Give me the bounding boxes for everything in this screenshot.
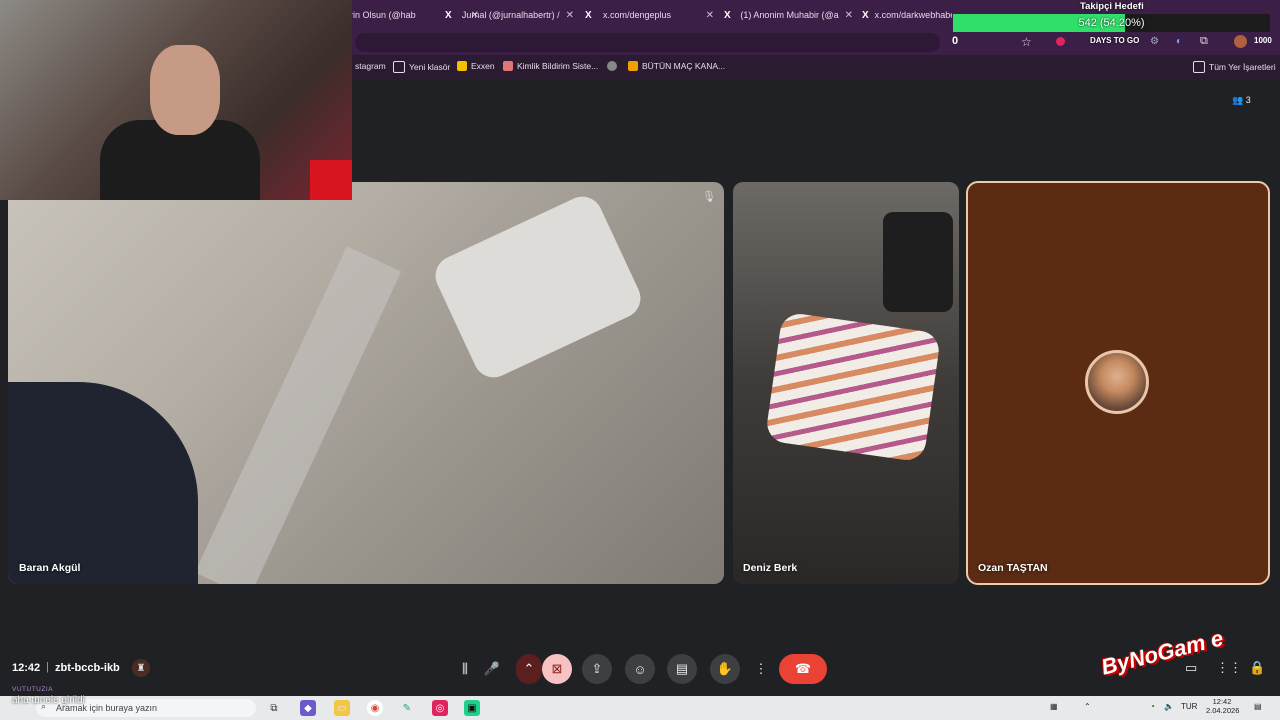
extensions-puzzle-icon[interactable]: ⧉	[1200, 35, 1208, 48]
video-frame-object	[428, 190, 648, 384]
goal-min: 0	[952, 35, 959, 47]
browser-tab[interactable]: X x.com/darkwebhaber	[862, 4, 952, 26]
tab-label: rin Olsun (@hab	[350, 10, 416, 20]
bookmark-item[interactable]	[607, 61, 617, 71]
x-logo-icon: X	[585, 9, 592, 21]
goal-title: Takipçi Hedefi	[1080, 1, 1144, 12]
profile-avatar[interactable]	[1234, 35, 1247, 48]
camera-toggle-button[interactable]: ⊠	[542, 654, 572, 684]
exxen-icon	[457, 61, 467, 71]
meeting-time: 12:42	[12, 662, 41, 674]
extension-icon[interactable]	[1056, 37, 1065, 46]
participant-name: Ozan TAŞTAN	[978, 562, 1048, 574]
x-logo-icon: X	[862, 9, 869, 21]
goal-max: 1000	[1254, 36, 1272, 45]
globe-icon	[607, 61, 617, 71]
show-hidden-icons[interactable]: ⌃	[1084, 702, 1091, 711]
video-tile-deniz[interactable]	[733, 182, 959, 584]
bookmark-item[interactable]: Kimlik Bildirim Siste...	[503, 61, 598, 71]
avatar	[1085, 350, 1149, 414]
leave-call-button[interactable]: ☎	[779, 654, 827, 684]
x-logo-icon: X	[724, 9, 731, 21]
activities-icon[interactable]: ⋮⋮	[1216, 660, 1242, 676]
extension-icon[interactable]: ⚙	[1150, 36, 1159, 47]
close-tab-icon[interactable]: ✕	[706, 10, 720, 21]
host-controls-icon[interactable]: ♜	[132, 659, 150, 677]
link-icon	[503, 61, 513, 71]
browser-tab[interactable]: X x.com/dengeplus ✕	[585, 4, 720, 26]
tab-label: x.com/darkwebhaber	[874, 10, 952, 20]
clock-time: 12:42	[1212, 697, 1232, 706]
chat-icon[interactable]: ▭	[1185, 660, 1197, 676]
days-to-go: DAYS TO GO	[1090, 36, 1140, 45]
chat-username: VUTUTUZIA	[12, 686, 53, 693]
volume-icon[interactable]: 🔈	[1164, 702, 1174, 711]
reactions-button[interactable]: ☺	[625, 654, 655, 684]
url-field[interactable]	[355, 33, 940, 52]
browser-tab[interactable]: X Jurnal (@jurnalhabertr) / ✕	[445, 4, 580, 26]
bookmark-icon	[628, 61, 638, 71]
video-frame-object	[764, 311, 942, 463]
star-icon[interactable]: ☆	[1021, 35, 1032, 49]
folder-icon	[393, 61, 405, 73]
bookmark-label: Yeni klasör	[409, 62, 451, 72]
close-tab-icon[interactable]: ✕	[566, 10, 580, 21]
bookmark-item[interactable]: Yeni klasör	[393, 61, 450, 73]
folder-icon	[1193, 61, 1205, 73]
more-options-button[interactable]: ⋮	[752, 654, 770, 684]
camera-options-button[interactable]: ⌃	[516, 654, 542, 684]
extension-icon[interactable]: ◐	[1176, 36, 1182, 47]
all-bookmarks-label: Tüm Yer İşaretleri	[1209, 62, 1276, 72]
browser-tab[interactable]: X (1) Anonim Muhabir (@a ✕	[724, 4, 859, 26]
tray-app-icon[interactable]: ▦	[1050, 702, 1058, 711]
x-logo-icon: X	[445, 9, 452, 21]
bookmark-label: Exxen	[471, 61, 495, 71]
video-frame-object	[883, 212, 953, 312]
captions-button[interactable]: ▤	[667, 654, 697, 684]
mic-button[interactable]: 🎤	[483, 654, 501, 684]
chat-message: aha tunele girildi	[12, 695, 85, 706]
video-frame-object	[8, 382, 198, 584]
network-icon[interactable]: ◔	[1150, 702, 1155, 711]
tab-label: (1) Anonim Muhabir (@a	[740, 10, 839, 20]
mic-off-icon: 🎙	[702, 191, 716, 203]
bookmark-label: BÜTÜN MAÇ KANA...	[642, 61, 726, 71]
video-tile-baran[interactable]	[8, 182, 724, 584]
app-icon[interactable]: ▣	[464, 700, 480, 716]
present-screen-button[interactable]: ⇪	[582, 654, 612, 684]
language-indicator[interactable]: TUR	[1181, 702, 1197, 711]
meeting-code: zbt-bccb-ikb	[55, 662, 120, 674]
participants-count: 3	[1245, 95, 1251, 105]
app-icon[interactable]: ✎	[399, 700, 415, 716]
app-icon[interactable]: ◎	[432, 700, 448, 716]
participant-name: Deniz Berk	[743, 562, 798, 574]
bookmark-item[interactable]: stagram	[355, 61, 386, 71]
clock-date: 2.04.2026	[1206, 706, 1240, 715]
goal-text: 542 (54.20%)	[1078, 17, 1145, 29]
close-tab-icon[interactable]: ✕	[845, 10, 859, 21]
host-lock-icon[interactable]: 🔒	[1249, 660, 1265, 676]
bookmark-label: Kimlik Bildirim Siste...	[517, 61, 599, 71]
participants-indicator[interactable]: 👥 3	[1232, 95, 1251, 106]
chrome-icon[interactable]: ◉	[367, 700, 383, 716]
bookmark-label: stagram	[355, 61, 386, 71]
video-frame-object	[194, 246, 402, 584]
bookmark-item[interactable]: BÜTÜN MAÇ KANA...	[628, 61, 725, 71]
raise-hand-button[interactable]: ✋	[710, 654, 740, 684]
app-icon[interactable]: ◆	[300, 700, 316, 716]
notifications-icon[interactable]: ▤	[1254, 702, 1262, 711]
participant-name: Baran Akgül	[19, 562, 81, 574]
all-bookmarks[interactable]: Tüm Yer İşaretleri	[1193, 61, 1276, 73]
file-explorer-icon[interactable]: ▭	[334, 700, 350, 716]
separator: |	[46, 661, 49, 673]
tab-label: Jurnal (@jurnalhabertr) /	[461, 10, 560, 20]
taskbar-clock[interactable]: 12:42 2.04.2026	[1206, 697, 1240, 715]
bookmark-item[interactable]: Exxen	[457, 61, 495, 71]
task-view-icon[interactable]: ⧉	[266, 700, 282, 716]
streamer-webcam	[0, 0, 352, 200]
tab-label: x.com/dengeplus	[603, 10, 672, 20]
audio-level-icon: ⫼	[462, 661, 468, 676]
people-icon: 👥	[1232, 95, 1244, 105]
